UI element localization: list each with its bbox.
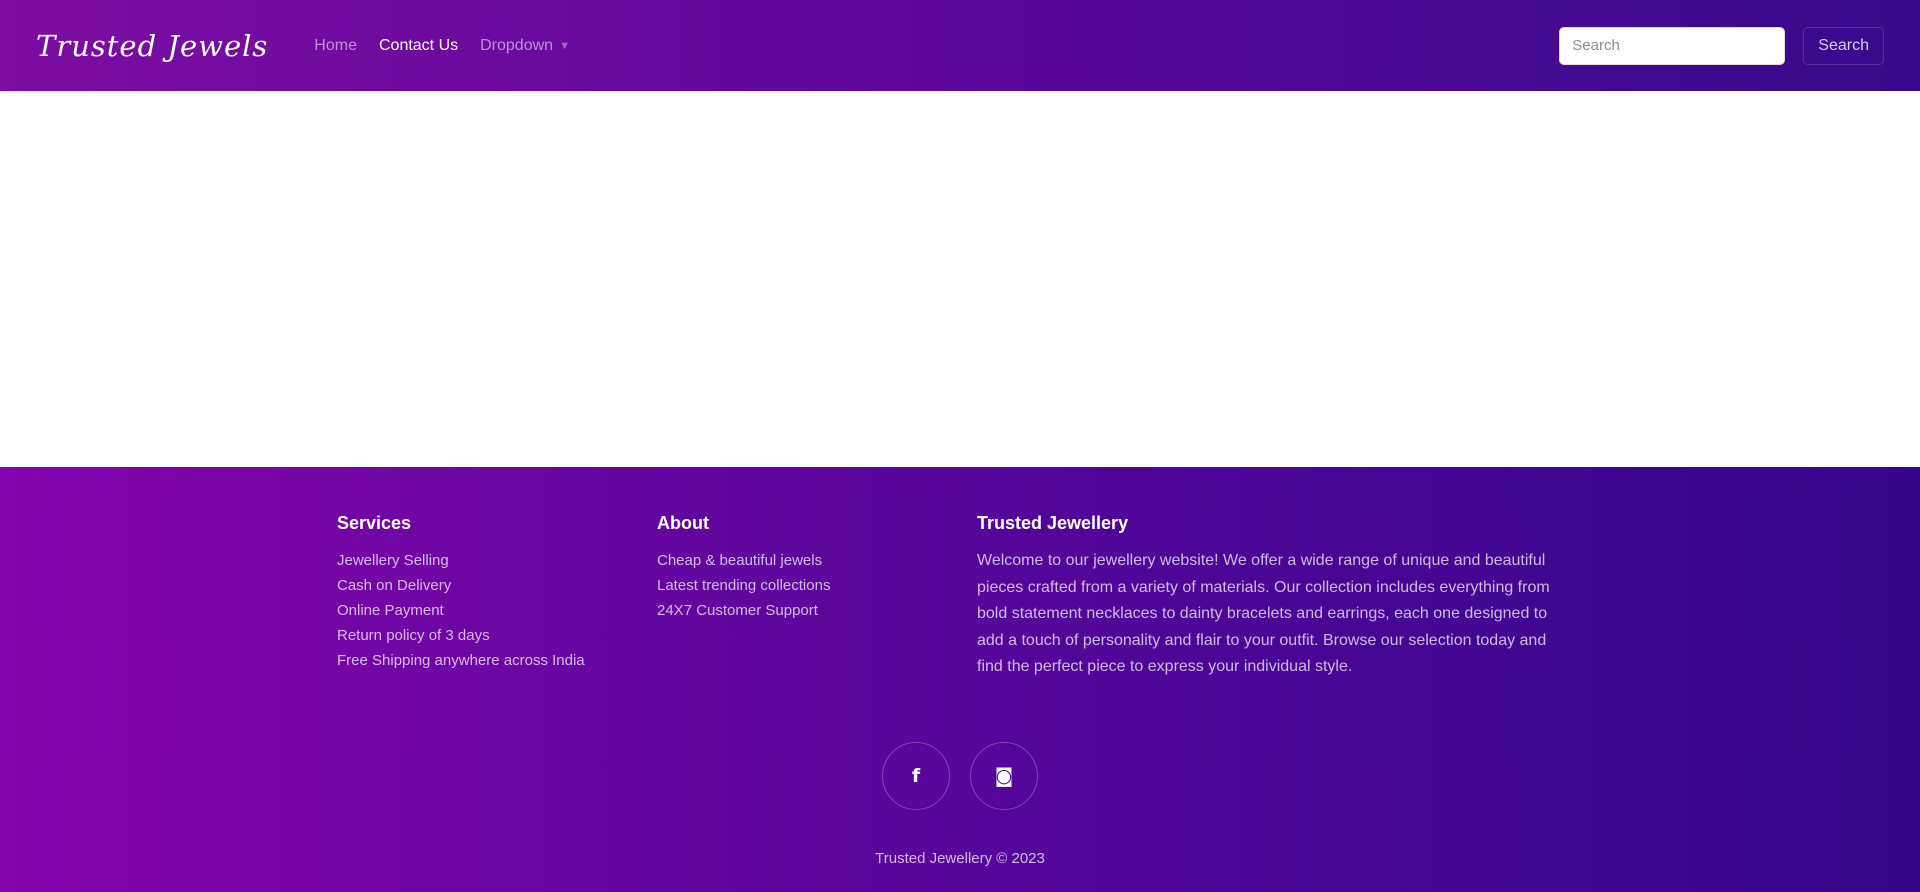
footer-service-link[interactable]: Cash on Delivery xyxy=(337,577,451,594)
footer-service-link[interactable]: Free Shipping anywhere across India xyxy=(337,652,585,669)
footer-about-link[interactable]: Cheap & beautiful jewels xyxy=(657,552,822,569)
footer-service-link[interactable]: Jewellery Selling xyxy=(337,552,449,569)
footer-description: Welcome to our jewellery website! We off… xyxy=(977,552,1550,675)
footer-service-link[interactable]: Online Payment xyxy=(337,602,444,619)
facebook-button[interactable]: f xyxy=(882,742,950,810)
list-item: Jewellery Selling xyxy=(337,548,657,573)
footer-trusted-column: Trusted Jewellery Welcome to our jewelle… xyxy=(977,513,1577,681)
footer-services-column: Services Jewellery Selling Cash on Deliv… xyxy=(337,513,657,681)
list-item: Free Shipping anywhere across India xyxy=(337,648,657,673)
top-navbar: Trusted Jewels Home Contact Us Dropdown … xyxy=(0,0,1920,91)
footer-about-column: About Cheap & beautiful jewels Latest tr… xyxy=(657,513,977,681)
main-content xyxy=(0,91,1920,467)
chevron-down-icon: ▼ xyxy=(559,39,570,52)
list-item: Cheap & beautiful jewels xyxy=(657,548,977,573)
footer-about-list: Cheap & beautiful jewels Latest trending… xyxy=(657,548,977,623)
social-links: f ◙ xyxy=(0,742,1920,810)
list-item: Online Payment xyxy=(337,598,657,623)
copyright-text: Trusted Jewellery © 2023 xyxy=(875,850,1045,867)
footer-about-link[interactable]: 24X7 Customer Support xyxy=(657,602,818,619)
facebook-icon: f xyxy=(911,765,921,787)
footer-service-link[interactable]: Return policy of 3 days xyxy=(337,627,490,644)
footer-services-list: Jewellery Selling Cash on Delivery Onlin… xyxy=(337,548,657,673)
footer-trusted-heading: Trusted Jewellery xyxy=(977,513,1129,533)
nav-link-contact[interactable]: Contact Us xyxy=(379,37,458,55)
footer-about-link[interactable]: Latest trending collections xyxy=(657,577,830,594)
search-button[interactable]: Search xyxy=(1803,26,1884,65)
list-item: Latest trending collections xyxy=(657,573,977,598)
footer-about-heading: About xyxy=(657,513,709,533)
footer-columns: Services Jewellery Selling Cash on Deliv… xyxy=(337,513,1577,681)
nav-dropdown[interactable]: Dropdown ▼ xyxy=(480,37,570,55)
brand-logo[interactable]: Trusted Jewels xyxy=(36,29,268,63)
footer-services-heading: Services xyxy=(337,513,412,533)
nav-link-home[interactable]: Home xyxy=(314,37,357,55)
search-form: Search xyxy=(1559,26,1884,65)
list-item: 24X7 Customer Support xyxy=(657,598,977,623)
instagram-button[interactable]: ◙ xyxy=(970,742,1038,810)
instagram-icon: ◙ xyxy=(994,765,1014,787)
list-item: Return policy of 3 days xyxy=(337,623,657,648)
nav-links: Home Contact Us Dropdown ▼ xyxy=(314,37,592,55)
search-input[interactable] xyxy=(1559,26,1786,65)
footer: Services Jewellery Selling Cash on Deliv… xyxy=(0,467,1920,892)
list-item: Cash on Delivery xyxy=(337,573,657,598)
nav-dropdown-label: Dropdown xyxy=(480,36,554,54)
